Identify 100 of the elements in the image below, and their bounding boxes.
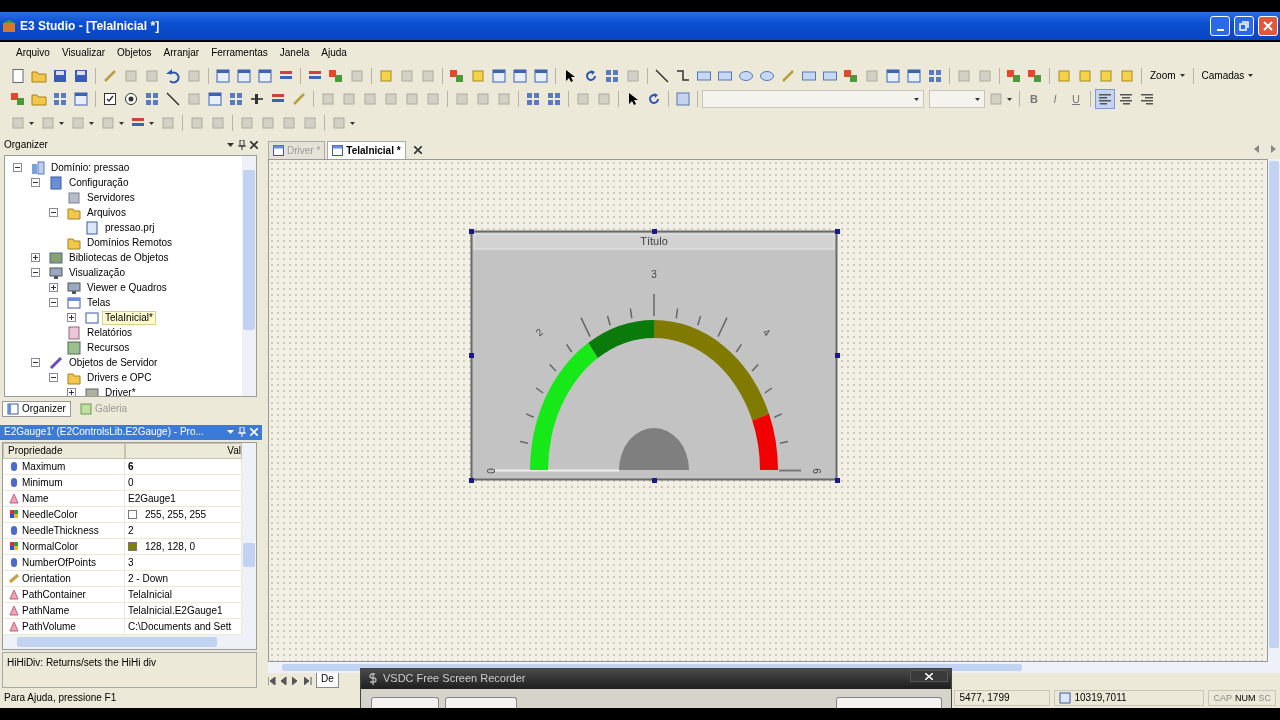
expander-icon[interactable] (49, 208, 58, 218)
property-value[interactable]: 6 (128, 460, 134, 473)
shapes-icon[interactable] (10, 91, 26, 108)
tree-item[interactable]: Bibliotecas de Objetos (67, 251, 171, 264)
property-name[interactable]: NeedleColor (22, 508, 78, 521)
window-icon[interactable] (257, 67, 273, 84)
caret-icon[interactable] (227, 143, 234, 148)
restore-button[interactable] (1234, 15, 1254, 36)
tree-item[interactable]: Recursos (85, 341, 132, 354)
recorder-button[interactable] (445, 697, 517, 708)
window-icon[interactable] (885, 67, 901, 84)
window-icon[interactable] (207, 91, 223, 108)
tree-item[interactable]: Drivers e OPC (85, 371, 154, 384)
tree-item[interactable]: Domínio: pressao (49, 161, 132, 174)
property-name[interactable]: NormalColor (22, 540, 79, 553)
tree-item[interactable]: Viewer e Quadros (85, 281, 169, 294)
close-icon[interactable] (413, 146, 422, 155)
selection-handle[interactable] (468, 228, 474, 234)
refresh-icon[interactable] (583, 67, 599, 84)
property-name[interactable]: Maximum (22, 460, 66, 473)
column-header[interactable]: Val (125, 443, 242, 460)
connector-icon[interactable] (675, 67, 691, 84)
document-tab[interactable]: TelaInicial * (327, 141, 406, 160)
bold-button[interactable]: B (1024, 89, 1044, 110)
italic-button[interactable]: I (1045, 89, 1065, 110)
property-value[interactable]: C:\Documents and Sett (128, 620, 232, 633)
tree-item[interactable]: Relatórios (85, 326, 135, 339)
grid-icon[interactable] (144, 91, 160, 108)
tree-item[interactable]: Telas (85, 296, 113, 309)
undo-icon[interactable] (165, 67, 181, 84)
shapes-icon[interactable] (328, 67, 344, 84)
expander-icon[interactable] (67, 313, 76, 323)
expander-icon[interactable] (31, 358, 40, 368)
tree-item[interactable]: TelaInicial* (103, 311, 155, 324)
shapes-icon[interactable] (1006, 67, 1022, 84)
property-name[interactable]: PathVolume (22, 620, 76, 633)
line-icon[interactable] (165, 91, 181, 108)
horizontal-scrollbar[interactable] (3, 635, 256, 650)
property-value[interactable]: 2 (128, 524, 134, 537)
window-icon[interactable] (236, 67, 252, 84)
line-icon[interactable] (654, 67, 670, 84)
grid-icon[interactable] (546, 91, 562, 108)
column-header[interactable]: Propriedade (3, 443, 125, 460)
expander-icon[interactable] (67, 388, 76, 396)
underline-button[interactable]: U (1066, 89, 1086, 110)
align-left-button[interactable] (1095, 89, 1115, 110)
expander-icon[interactable] (49, 283, 58, 293)
font-size-field[interactable] (929, 90, 985, 109)
zoom-menu[interactable]: Zoom (1146, 65, 1189, 86)
sheet-nav-icon[interactable] (304, 677, 312, 686)
property-name[interactable]: Name (22, 492, 49, 505)
expander-icon[interactable] (49, 373, 58, 383)
shapes-icon[interactable] (449, 67, 465, 84)
window-icon[interactable] (906, 67, 922, 84)
expander-icon[interactable] (49, 298, 58, 308)
sheet-nav-icon[interactable] (268, 677, 276, 686)
grid-icon[interactable] (927, 67, 943, 84)
tree-item[interactable]: Configuração (67, 176, 131, 189)
property-name[interactable]: PathContainer (22, 588, 86, 601)
property-name[interactable]: NeedleThickness (22, 524, 99, 537)
selection-handle[interactable] (834, 353, 840, 359)
tree-item[interactable]: Domínios Remotos (85, 236, 175, 249)
grid-icon[interactable] (525, 91, 541, 108)
menu-item[interactable]: Visualizar (55, 44, 112, 61)
grid-icon[interactable] (52, 91, 68, 108)
selection-handle[interactable] (834, 477, 840, 483)
property-value[interactable]: 2 - Down (128, 572, 168, 585)
tree-item[interactable]: Visualização (67, 266, 127, 279)
menu-item[interactable]: Ferramentas (205, 44, 274, 61)
pin-icon[interactable] (238, 427, 246, 438)
font-field[interactable] (702, 90, 924, 109)
selection-handle[interactable] (651, 228, 657, 234)
tree-item[interactable]: Objetos de Servidor (67, 356, 160, 369)
expander-icon[interactable] (31, 253, 40, 263)
property-value[interactable]: TelaInicial.E2Gauge1 (128, 604, 223, 617)
grid-icon[interactable] (604, 67, 620, 84)
recorder-button[interactable] (371, 697, 439, 708)
selection-handle[interactable] (468, 477, 474, 483)
checkbox-icon[interactable] (102, 91, 118, 108)
window-icon[interactable] (73, 91, 89, 108)
pen-icon[interactable] (780, 67, 796, 84)
menu-item[interactable]: Janela (273, 44, 316, 61)
property-value[interactable]: E2Gauge1 (128, 492, 176, 505)
menu-item[interactable]: Arquivo (10, 44, 56, 61)
menu-item[interactable]: Arranjar (157, 44, 206, 61)
property-value[interactable]: 255, 255, 255 (145, 508, 207, 521)
vertical-scrollbar[interactable] (242, 156, 256, 396)
selection-handle[interactable] (834, 228, 840, 234)
panel-tab[interactable]: Organizer (2, 400, 71, 417)
window-icon[interactable] (533, 67, 549, 84)
window-icon[interactable] (512, 67, 528, 84)
property-value[interactable]: 0 (128, 476, 134, 489)
vertical-scrollbar[interactable] (1268, 159, 1280, 663)
property-value[interactable]: TelaInicial (128, 588, 172, 601)
close-icon[interactable] (250, 141, 258, 150)
scroll-right-icon[interactable] (1271, 145, 1276, 154)
recorder-button[interactable] (836, 697, 942, 708)
property-value[interactable]: 3 (128, 556, 134, 569)
radio-icon[interactable] (123, 91, 139, 108)
expander-icon[interactable] (31, 178, 40, 188)
